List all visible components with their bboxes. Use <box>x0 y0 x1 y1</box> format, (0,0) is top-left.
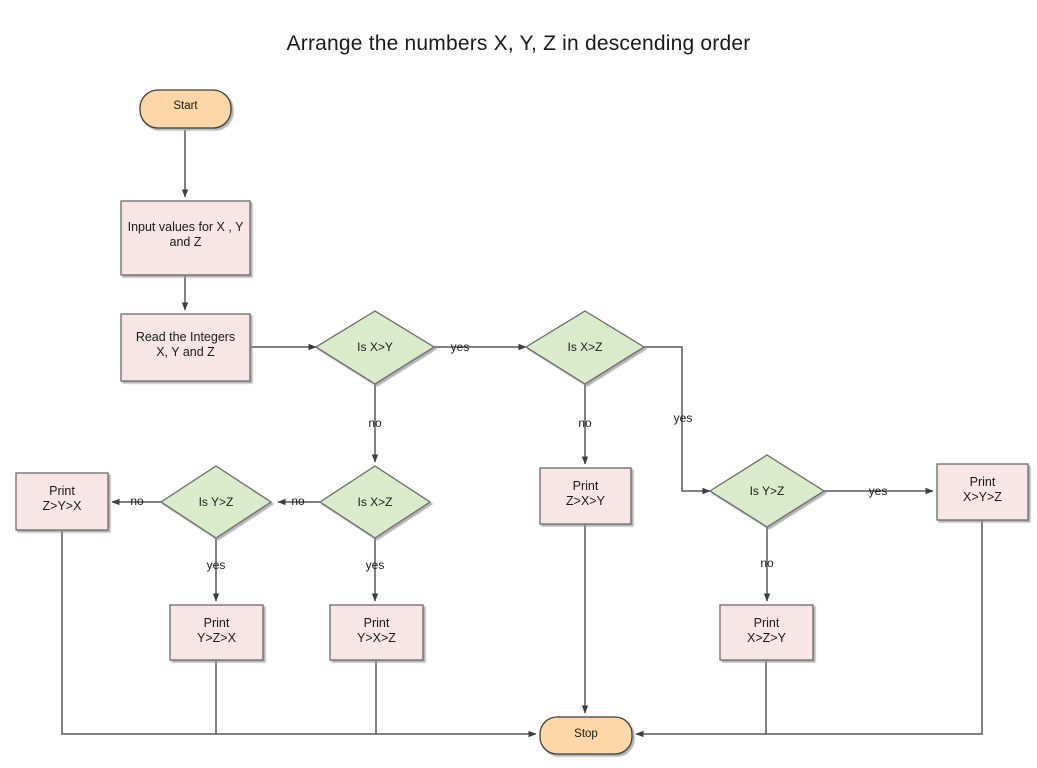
flowchart-graphics <box>15 89 1029 755</box>
node-start[interactable] <box>139 89 232 129</box>
node-print-zyx[interactable] <box>15 472 109 531</box>
node-print-yxz[interactable] <box>329 604 424 661</box>
flowchart-canvas: Arrange the numbers X, Y, Z in descendin… <box>0 0 1037 768</box>
node-print-xyz[interactable] <box>936 463 1029 521</box>
node-decision-is-x-gt-z-mid[interactable] <box>318 465 432 539</box>
edge-pzyx-stop <box>61 530 537 738</box>
node-decision-is-y-gt-z-right[interactable] <box>708 454 826 528</box>
node-read[interactable] <box>120 313 251 382</box>
node-print-yzx[interactable] <box>169 604 264 661</box>
node-stop[interactable] <box>539 716 633 755</box>
node-input[interactable] <box>120 200 251 276</box>
node-decision-is-y-gt-z-left[interactable] <box>159 465 273 539</box>
node-print-xzy[interactable] <box>719 604 814 661</box>
node-decision-is-x-gt-z-top[interactable] <box>524 310 646 385</box>
edge-dxztop-dyzright <box>644 346 711 495</box>
node-decision-is-x-gt-y[interactable] <box>314 310 436 385</box>
flowchart-nodes <box>15 89 1029 755</box>
node-print-zxy[interactable] <box>539 467 632 525</box>
